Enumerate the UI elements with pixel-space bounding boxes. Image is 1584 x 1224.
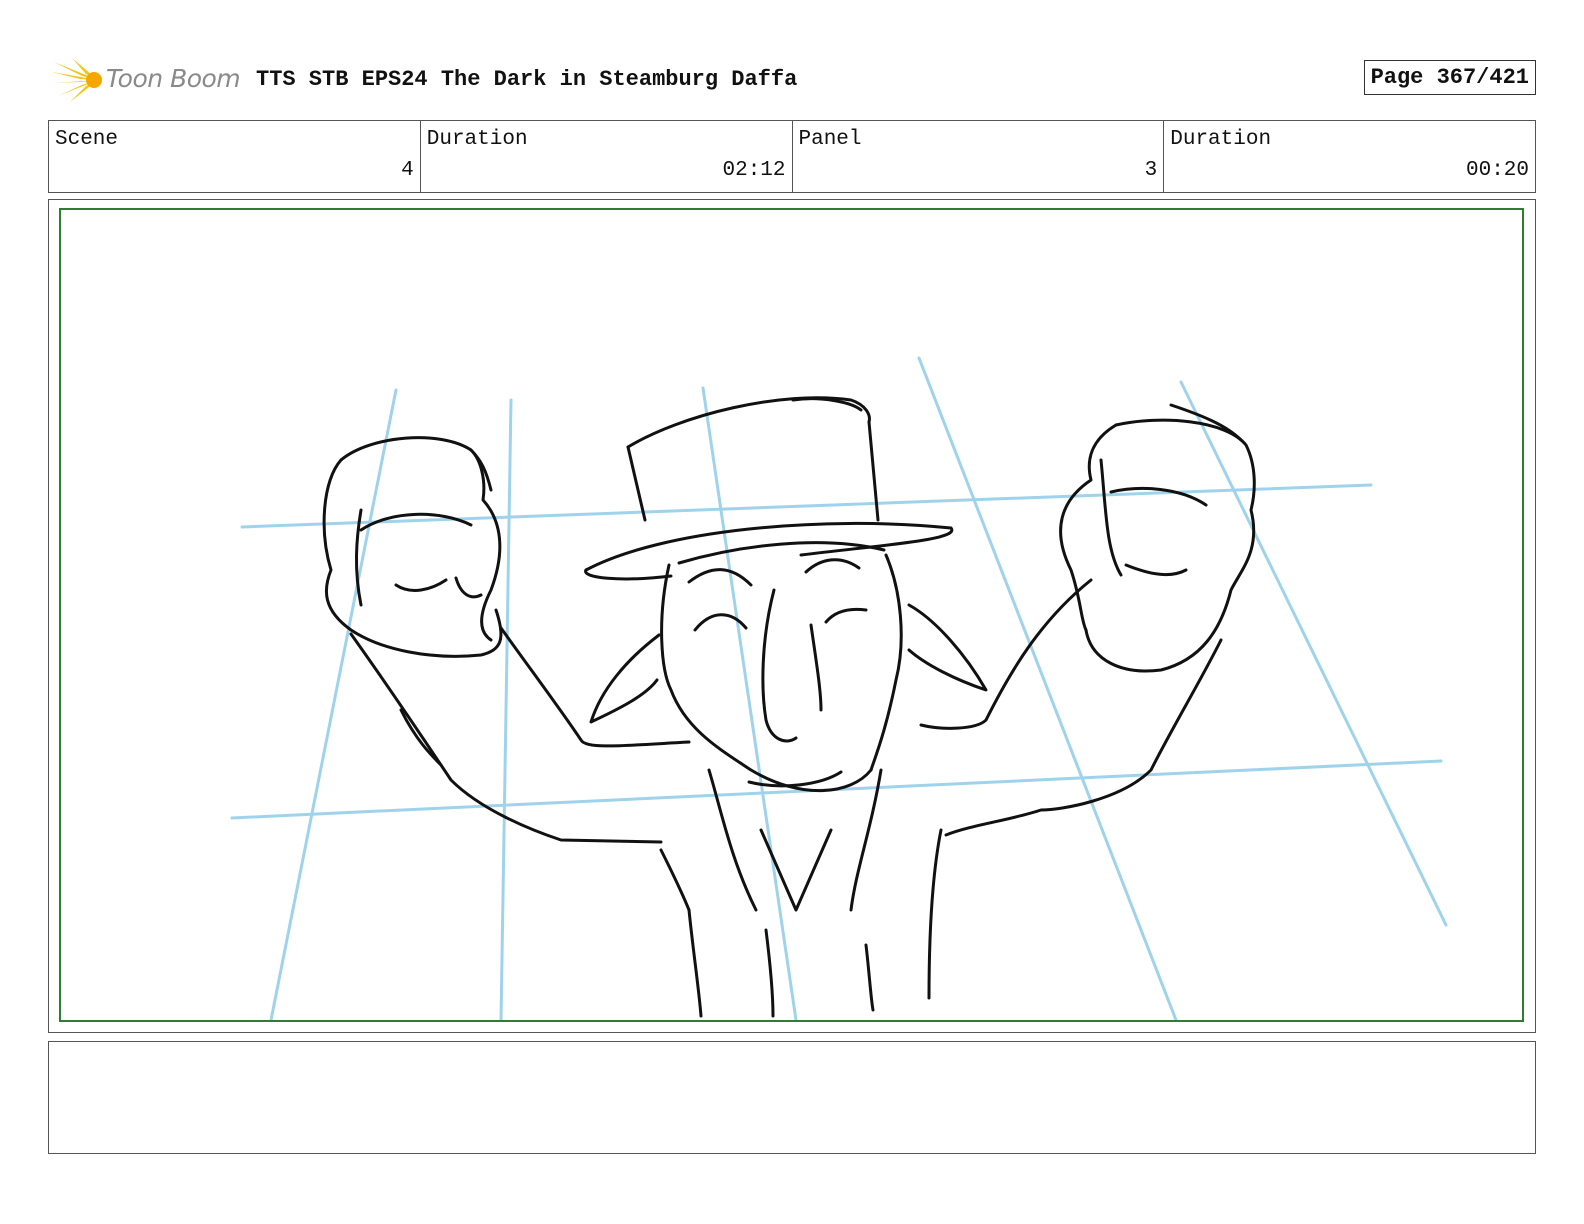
panel-duration-label: Duration <box>1170 128 1272 151</box>
scene-duration-value: 02:12 <box>722 159 786 182</box>
scene-cell: Scene 4 <box>49 121 421 192</box>
character-lines <box>322 396 1256 1018</box>
scene-duration-label: Duration <box>426 128 528 151</box>
logo-text: Toon Boom <box>106 64 241 93</box>
document-title: TTS STB EPS24 The Dark in Steamburg Daff… <box>256 67 798 92</box>
panel-cell: Panel 3 <box>793 121 1165 192</box>
panel-label: Panel <box>798 128 862 151</box>
character-sketch <box>230 356 1448 1020</box>
storyboard-panel <box>48 199 1536 1033</box>
header: Toon Boom TTS STB EPS24 The Dark in Stea… <box>52 56 1536 104</box>
panel-image-area <box>59 208 1524 1022</box>
scene-label: Scene <box>55 128 119 151</box>
starburst-icon <box>52 58 102 102</box>
scene-value: 4 <box>401 159 414 182</box>
page-number: Page 367/421 <box>1363 60 1536 95</box>
panel-value: 3 <box>1144 159 1158 182</box>
toon-boom-logo: Toon Boom <box>52 56 242 104</box>
panel-duration-value: 00:20 <box>1465 159 1529 182</box>
notes-area <box>48 1041 1536 1154</box>
perspective-guides <box>230 356 1448 1020</box>
scene-info-table: Scene 4 Duration 02:12 Panel 3 Duration … <box>48 120 1536 193</box>
panel-duration-cell: Duration 00:20 <box>1164 121 1535 192</box>
scene-duration-cell: Duration 02:12 <box>421 121 793 192</box>
